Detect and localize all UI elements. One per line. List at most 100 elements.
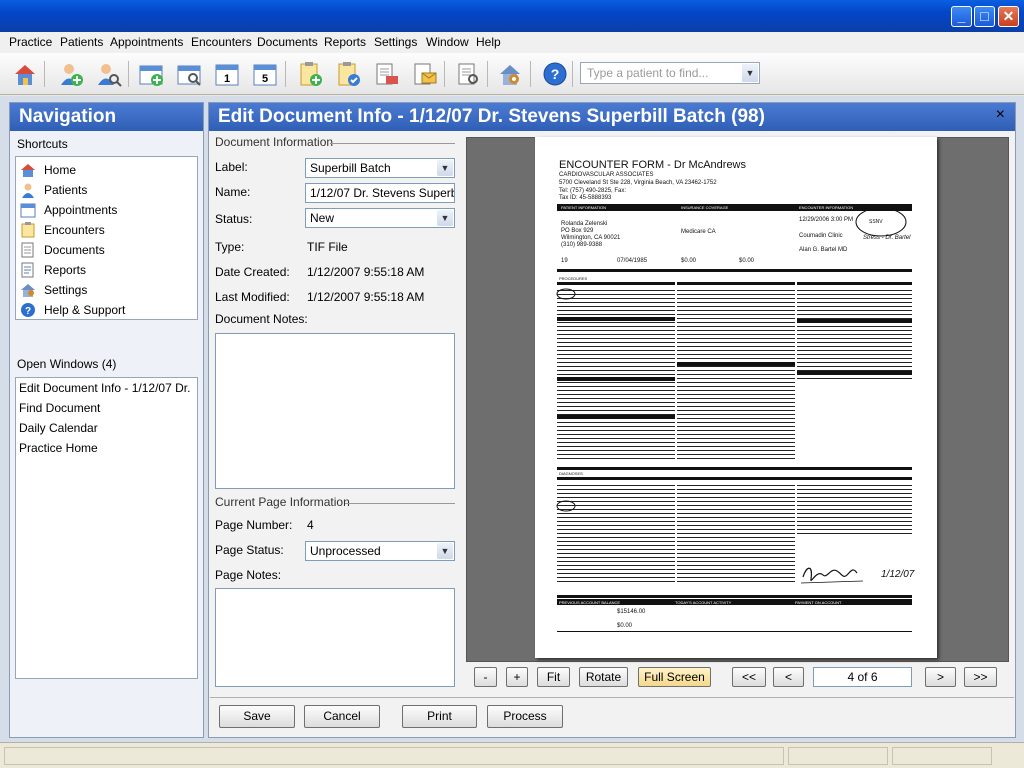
- settings-icon[interactable]: [496, 60, 524, 88]
- menu-window[interactable]: Window: [426, 35, 469, 49]
- shortcuts-label: Shortcuts: [17, 137, 68, 151]
- rotate-button[interactable]: Rotate: [579, 667, 628, 687]
- page-indicator[interactable]: 4 of 6: [813, 667, 912, 687]
- page-notes-textarea[interactable]: [215, 588, 455, 687]
- save-button[interactable]: Save: [219, 705, 295, 728]
- doc-tel: Tel: (757) 490-2825, Fax:: [559, 188, 627, 194]
- print-button[interactable]: Print: [402, 705, 477, 728]
- document-find-icon[interactable]: [454, 60, 482, 88]
- menu-reports[interactable]: Reports: [324, 35, 366, 49]
- menu-settings[interactable]: Settings: [374, 35, 417, 49]
- encounter-check-icon[interactable]: [334, 60, 362, 88]
- doc-today-amount: $0.00: [617, 623, 633, 629]
- process-button[interactable]: Process: [487, 705, 563, 728]
- previous-page-button[interactable]: <: [773, 667, 804, 687]
- open-windows-list: Edit Document Info - 1/12/07 Dr. ... Fin…: [15, 377, 198, 679]
- doc-dob: 07/04/1985: [617, 258, 648, 264]
- close-window-button[interactable]: ✕: [998, 6, 1019, 27]
- maximize-button[interactable]: □: [974, 6, 995, 27]
- doc-age: 19: [561, 258, 568, 264]
- document-notes-textarea[interactable]: [215, 333, 455, 489]
- doc-address: 5700 Cleveland St Ste 228, Virginia Beac…: [559, 180, 717, 186]
- window-title-bar[interactable]: _ □ ✕: [0, 0, 1024, 32]
- doc-title: ENCOUNTER FORM - Dr McAndrews: [559, 159, 747, 171]
- document-page-image: ENCOUNTER FORM - Dr McAndrews CARDIOVASC…: [535, 137, 937, 658]
- document-mail-icon[interactable]: [410, 60, 438, 88]
- add-patient-icon[interactable]: [56, 60, 84, 88]
- label-select[interactable]: Superbill Batch ▼: [305, 158, 455, 178]
- menu-encounters[interactable]: Encounters: [191, 35, 252, 49]
- doc-section-diagnoses: DIAGNOSES: [559, 471, 583, 476]
- doc-encounter-place: Coumadin Clinic: [799, 233, 843, 239]
- chevron-down-icon: ▼: [437, 543, 453, 559]
- doc-patient-header: PATIENT INFORMATION: [561, 205, 607, 210]
- home-icon: [20, 162, 36, 178]
- doc-section-procedures: PROCEDURES: [559, 276, 588, 281]
- fit-button[interactable]: Fit: [537, 667, 570, 687]
- type-field-label: Type:: [215, 240, 245, 254]
- page-notes-label: Page Notes:: [215, 568, 282, 582]
- menu-practice[interactable]: Practice: [9, 35, 52, 49]
- chevron-down-icon: ▼: [437, 160, 453, 176]
- help-icon[interactable]: ?: [541, 60, 569, 88]
- reports-icon: [20, 262, 36, 278]
- doc-patient-phone: (310) 989-9388: [561, 242, 603, 248]
- menu-documents[interactable]: Documents: [257, 35, 318, 49]
- status-select[interactable]: New ▼: [305, 208, 455, 228]
- date-created-value: 1/12/2007 9:55:18 AM: [307, 265, 425, 279]
- patient-icon: [20, 182, 36, 198]
- cancel-button[interactable]: Cancel: [304, 705, 380, 728]
- doc-total: $15146.00: [617, 609, 646, 615]
- find-patient-icon[interactable]: [94, 60, 122, 88]
- doc-today-activity: TODAY'S ACCOUNT ACTIVITY: [675, 600, 732, 605]
- first-page-button[interactable]: <<: [732, 667, 766, 687]
- patient-search-input[interactable]: Type a patient to find... ▼: [580, 62, 760, 84]
- next-page-button[interactable]: >: [925, 667, 956, 687]
- navigation-panel: Navigation Shortcuts Home Patients Appoi…: [9, 102, 204, 738]
- full-screen-button[interactable]: Full Screen: [638, 667, 711, 687]
- doc-insurance-header: INSURANCE COVERAGE: [681, 205, 729, 210]
- add-encounter-icon[interactable]: [296, 60, 324, 88]
- current-page-information-header: Current Page Information: [215, 495, 455, 509]
- page-number-value: 4: [307, 518, 314, 532]
- close-icon[interactable]: ×: [996, 106, 1005, 124]
- name-field-label: Name:: [215, 185, 251, 199]
- doc-prev-balance: PREVIOUS ACCOUNT BALANCE: [559, 600, 621, 605]
- week-calendar-icon[interactable]: 5: [251, 60, 279, 88]
- day-calendar-icon[interactable]: 1: [213, 60, 241, 88]
- chevron-down-icon: ▼: [437, 210, 453, 226]
- menu-appointments[interactable]: Appointments: [110, 35, 183, 49]
- menu-help[interactable]: Help: [476, 35, 501, 49]
- open-window-item[interactable]: Practice Home: [19, 441, 194, 455]
- open-window-item[interactable]: Edit Document Info - 1/12/07 Dr. ...: [19, 381, 194, 395]
- document-scan-icon[interactable]: [372, 60, 400, 88]
- last-page-button[interactable]: >>: [964, 667, 997, 687]
- last-modified-value: 1/12/2007 9:55:18 AM: [307, 290, 425, 304]
- documents-icon: [20, 242, 36, 258]
- svg-text:?: ?: [25, 306, 31, 317]
- doc-insurance: Medicare CA: [681, 229, 716, 235]
- home-icon[interactable]: [11, 60, 39, 88]
- name-input[interactable]: 1/12/07 Dr. Stevens Superbill: [305, 183, 455, 203]
- doc-provider: Alan G. Bartel MD: [799, 247, 848, 253]
- open-windows-label: Open Windows (4): [17, 357, 117, 371]
- last-modified-label: Last Modified:: [215, 290, 290, 304]
- chevron-down-icon[interactable]: ▼: [742, 64, 758, 82]
- menu-bar: Practice Patients Appointments Encounter…: [0, 32, 1024, 53]
- doc-signature-date: 1/12/07: [881, 569, 915, 580]
- zoom-out-button[interactable]: -: [474, 667, 497, 687]
- add-appointment-icon[interactable]: [137, 60, 165, 88]
- doc-org: CARDIOVASCULAR ASSOCIATES: [559, 172, 654, 178]
- doc-amount-2: $0.00: [739, 258, 755, 264]
- minimize-button[interactable]: _: [951, 6, 972, 27]
- document-information-header: Document Information: [215, 135, 455, 149]
- status-field-label: Status:: [215, 212, 253, 226]
- svg-text:5: 5: [262, 73, 268, 85]
- menu-patients[interactable]: Patients: [60, 35, 103, 49]
- find-appointment-icon[interactable]: [175, 60, 203, 88]
- zoom-in-button[interactable]: +: [506, 667, 528, 687]
- open-window-item[interactable]: Find Document: [19, 401, 194, 415]
- navigation-title: Navigation: [10, 103, 203, 131]
- open-window-item[interactable]: Daily Calendar: [19, 421, 194, 435]
- page-status-select[interactable]: Unprocessed ▼: [305, 541, 455, 561]
